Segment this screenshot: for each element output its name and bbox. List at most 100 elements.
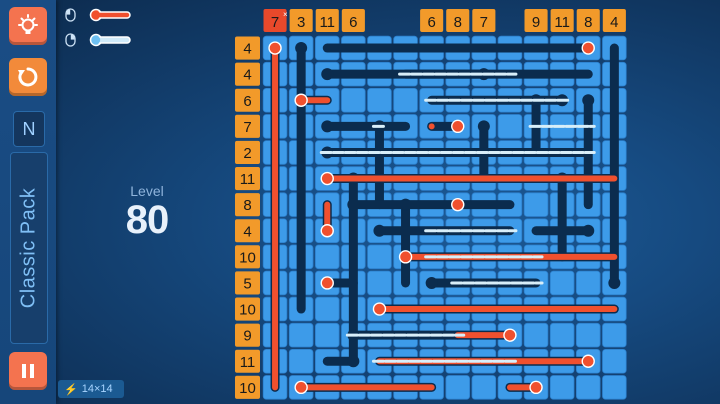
- grid-cell[interactable]: [602, 322, 627, 348]
- thermometer-bulb: [320, 276, 334, 290]
- svg-text:11: 11: [554, 14, 570, 31]
- grid-cell[interactable]: [393, 88, 418, 113]
- thermometer[interactable]: [320, 200, 334, 238]
- svg-text:10: 10: [239, 249, 256, 266]
- thermometer[interactable]: [294, 93, 332, 107]
- thermometer-bulb: [294, 93, 308, 107]
- thermometer-bulb: [582, 94, 595, 107]
- grid-cell[interactable]: [523, 322, 549, 348]
- game-screen: N Classic Pack Level 80 ⚡ 14×14 7 × 3 11…: [0, 0, 720, 404]
- grid-cell[interactable]: [314, 322, 340, 348]
- thermometer-bulb: [295, 42, 308, 55]
- column-clue: 7 ×: [263, 9, 288, 32]
- grid-cell[interactable]: [576, 375, 601, 400]
- thermometer-bulb: [294, 380, 308, 395]
- grid-cell[interactable]: [314, 296, 340, 322]
- thermometer[interactable]: [320, 171, 619, 186]
- svg-text:9: 9: [243, 328, 251, 345]
- grid-cell[interactable]: [341, 88, 366, 113]
- column-clue: 8: [446, 9, 470, 32]
- svg-text:6: 6: [243, 93, 251, 110]
- grid-cell[interactable]: [602, 348, 627, 374]
- grid-cell[interactable]: [549, 322, 575, 348]
- column-clue: 3: [289, 9, 313, 32]
- svg-text:2: 2: [243, 145, 251, 162]
- svg-text:7: 7: [480, 14, 488, 31]
- grid-cell[interactable]: [445, 375, 470, 400]
- grid-cell[interactable]: [497, 114, 523, 139]
- svg-text:7: 7: [243, 119, 251, 136]
- svg-text:8: 8: [584, 14, 592, 31]
- row-clue: 10: [235, 245, 260, 269]
- thermometer-bulb: [581, 354, 595, 368]
- thermometer[interactable]: [295, 42, 308, 314]
- grid-cell[interactable]: [549, 375, 575, 400]
- thermometer[interactable]: [268, 41, 282, 392]
- grid-cell[interactable]: [367, 244, 392, 270]
- thermometer[interactable]: [321, 120, 411, 133]
- svg-text:4: 4: [243, 41, 251, 58]
- grid-cell[interactable]: [523, 192, 549, 217]
- row-clue: 4: [235, 36, 260, 60]
- thermometer[interactable]: [322, 41, 595, 55]
- row-clue: 5: [235, 271, 260, 295]
- thermometer[interactable]: [322, 355, 360, 368]
- row-clue: 11: [235, 349, 260, 373]
- column-clue: 7: [472, 9, 496, 32]
- thermometer-bulb: [503, 328, 517, 342]
- grid-cell[interactable]: [471, 375, 497, 400]
- grid-cell[interactable]: [367, 88, 392, 113]
- svg-text:×: ×: [283, 10, 288, 19]
- svg-text:10: 10: [239, 302, 256, 319]
- svg-text:8: 8: [243, 197, 251, 214]
- thermometer[interactable]: [373, 120, 386, 210]
- row-clue: 4: [235, 62, 260, 86]
- thermometer-bulb: [347, 198, 360, 211]
- row-clue: 9: [235, 323, 260, 347]
- grid-cell[interactable]: [288, 348, 314, 374]
- thermometer[interactable]: [453, 328, 517, 342]
- thermometer[interactable]: [347, 198, 515, 211]
- svg-text:9: 9: [532, 14, 540, 31]
- thermometer-bulb: [321, 120, 334, 133]
- grid-cell[interactable]: [576, 322, 601, 348]
- thermometer[interactable]: [451, 197, 465, 212]
- svg-text:4: 4: [243, 67, 251, 84]
- column-clue: 6: [420, 9, 444, 32]
- grid-cell[interactable]: [602, 375, 627, 400]
- column-clue: 6: [341, 9, 365, 32]
- thermometer[interactable]: [556, 172, 569, 262]
- thermometer-bulb: [372, 302, 387, 316]
- grid-cell[interactable]: [549, 270, 575, 296]
- row-clue: 6: [235, 88, 260, 112]
- grid-cell[interactable]: [576, 270, 601, 296]
- grid-cell[interactable]: [288, 322, 314, 348]
- thermometer-bulb: [398, 250, 413, 264]
- thermometer-bulb: [451, 197, 465, 212]
- thermometer-bulb: [268, 41, 282, 55]
- thermometer[interactable]: [531, 224, 595, 237]
- column-clue: 4: [602, 9, 626, 32]
- svg-text:11: 11: [240, 354, 256, 371]
- thermometer-bulb: [477, 120, 490, 133]
- svg-text:3: 3: [297, 14, 305, 31]
- svg-text:4: 4: [243, 223, 251, 240]
- svg-text:10: 10: [239, 380, 256, 397]
- thermometer[interactable]: [427, 119, 465, 134]
- thermometer[interactable]: [320, 276, 358, 290]
- svg-text:8: 8: [454, 14, 462, 31]
- thermometer[interactable]: [505, 380, 543, 395]
- column-clue: 9: [524, 9, 548, 32]
- grid-cell[interactable]: [367, 270, 392, 296]
- svg-text:11: 11: [319, 14, 335, 31]
- thermometer[interactable]: [399, 198, 412, 288]
- svg-text:7: 7: [271, 14, 279, 31]
- thermometer[interactable]: [372, 302, 619, 316]
- grid-cell[interactable]: [314, 244, 340, 270]
- thermometer[interactable]: [294, 380, 437, 395]
- thermometer-bulb: [608, 276, 621, 289]
- svg-text:6: 6: [427, 14, 435, 31]
- svg-text:11: 11: [240, 171, 256, 188]
- row-clue: 7: [235, 114, 260, 138]
- row-clue: 10: [235, 375, 260, 399]
